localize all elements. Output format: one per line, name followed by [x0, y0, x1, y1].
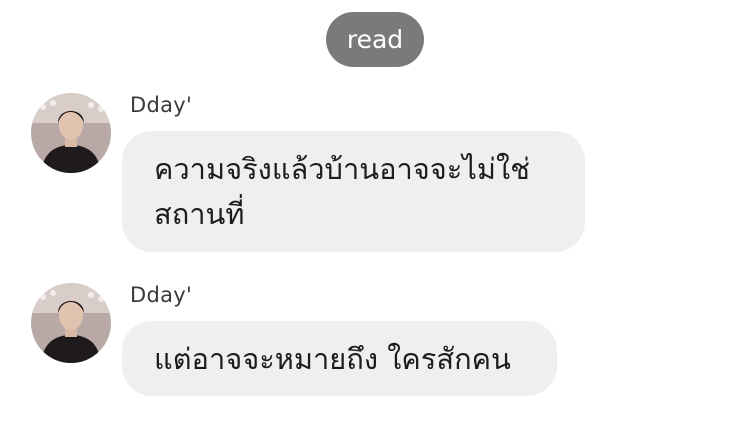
- sender-name: Dday': [130, 93, 193, 117]
- message-text: แต่อาจจะหมายถึง ใครสักคน: [154, 341, 511, 376]
- message-bubble[interactable]: ความจริงแล้วบ้านอาจจะไม่ใช่ สถานที่: [122, 131, 585, 252]
- message-text: ความจริงแล้วบ้านอาจจะไม่ใช่: [154, 152, 530, 186]
- message-text: สถานที่: [154, 197, 245, 231]
- sender-avatar[interactable]: [31, 283, 111, 363]
- avatar-photo-icon: [31, 93, 111, 173]
- avatar-photo-icon: [31, 283, 111, 363]
- read-status-badge: read: [326, 12, 424, 67]
- sender-avatar[interactable]: [31, 93, 111, 173]
- message-bubble[interactable]: แต่อาจจะหมายถึง ใครสักคน: [122, 321, 557, 396]
- sender-name: Dday': [130, 283, 193, 307]
